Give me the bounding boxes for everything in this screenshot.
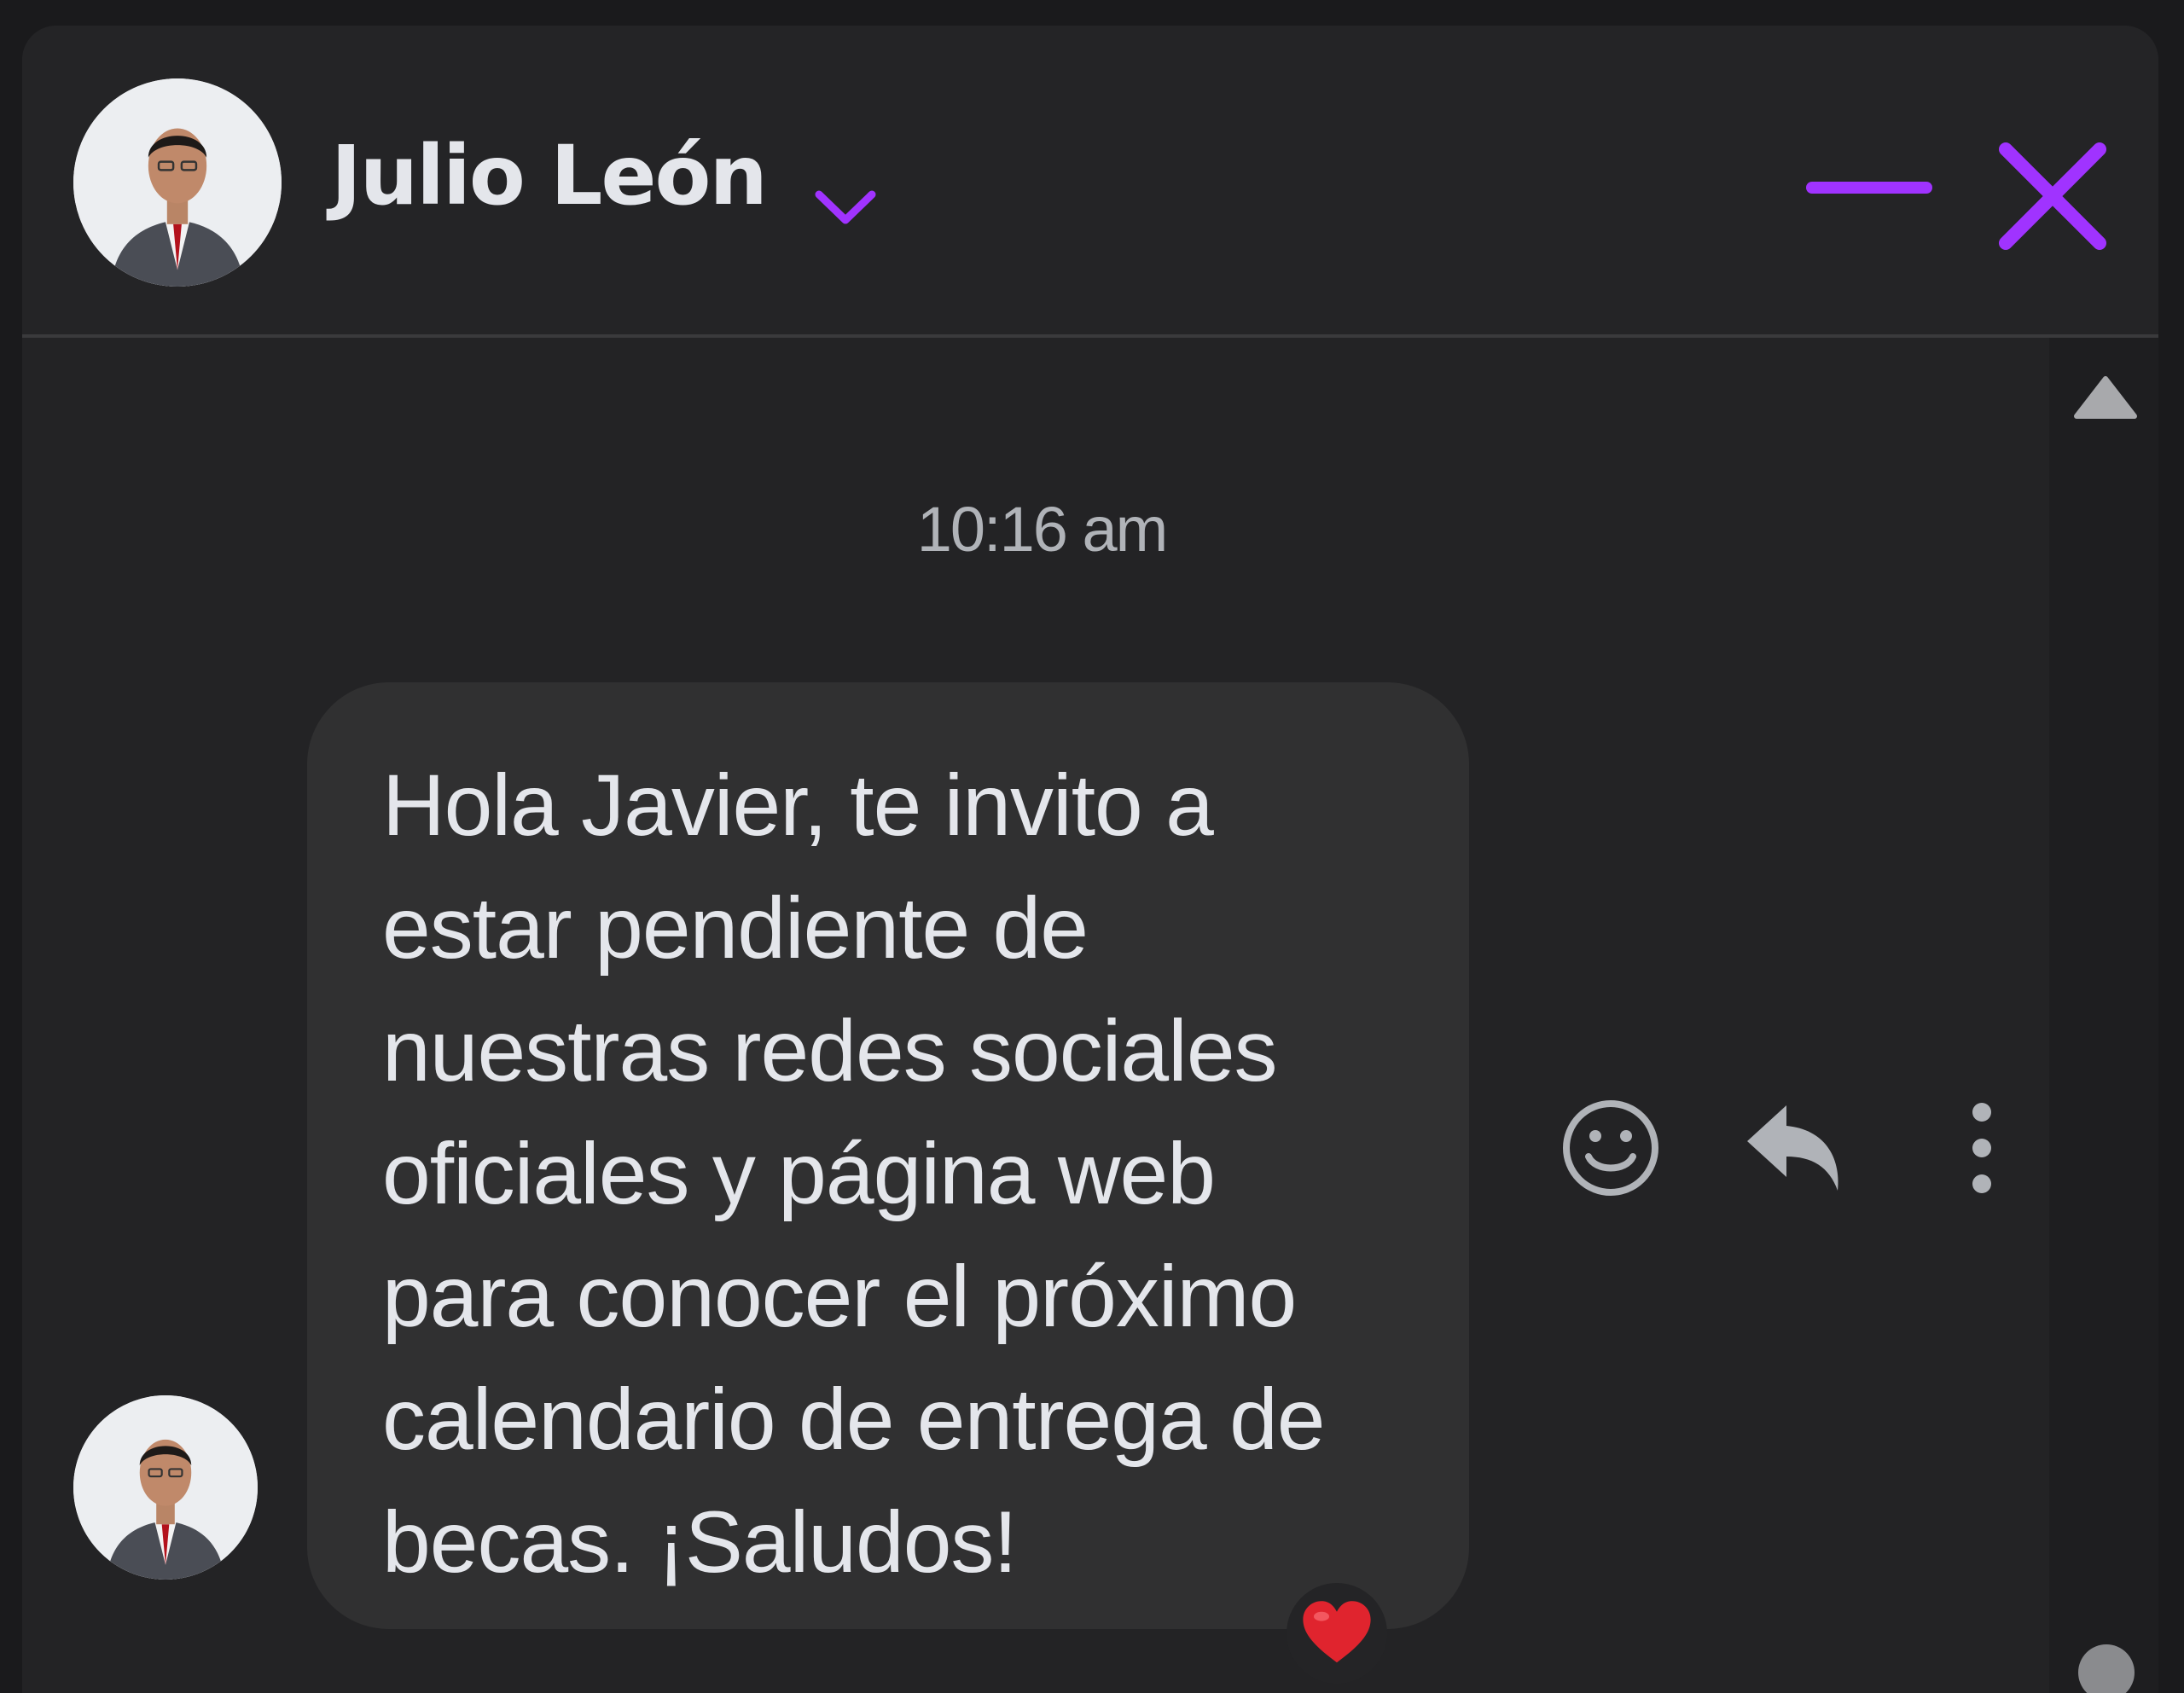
screen: Julio León 10:16 am Hola Javier, te invi…	[0, 0, 2184, 1693]
heart-reaction[interactable]	[1287, 1583, 1387, 1684]
scroll-thumb[interactable]	[2078, 1644, 2135, 1693]
scroll-up-arrow-icon[interactable]	[2071, 370, 2140, 421]
minimize-icon[interactable]	[1805, 145, 1933, 230]
message-bubble[interactable]: Hola Javier, te invito a estar pendiente…	[307, 682, 1469, 1629]
message-text: Hola Javier, te invito a estar pendiente…	[382, 757, 1326, 1591]
message-timestamp: 10:16 am	[916, 494, 1169, 565]
smiley-icon[interactable]	[1551, 1088, 1670, 1208]
sender-avatar[interactable]	[73, 1395, 258, 1580]
person-avatar-icon	[73, 1395, 258, 1580]
chevron-down-icon[interactable]	[807, 171, 884, 247]
reply-icon[interactable]	[1735, 1088, 1855, 1208]
scrollbar[interactable]	[2049, 338, 2158, 1693]
contact-name[interactable]: Julio León	[331, 135, 768, 217]
more-vertical-icon[interactable]	[1952, 1088, 2012, 1208]
chat-header: Julio León	[22, 26, 2158, 338]
chat-window: Julio León 10:16 am Hola Javier, te invi…	[22, 26, 2158, 1693]
message-list[interactable]: 10:16 am Hola Javier, te invito a estar …	[22, 338, 2158, 1693]
heart-icon	[1303, 1601, 1371, 1663]
contact-avatar[interactable]	[73, 78, 282, 287]
close-icon[interactable]	[1989, 132, 2117, 260]
person-avatar-icon	[73, 78, 282, 287]
